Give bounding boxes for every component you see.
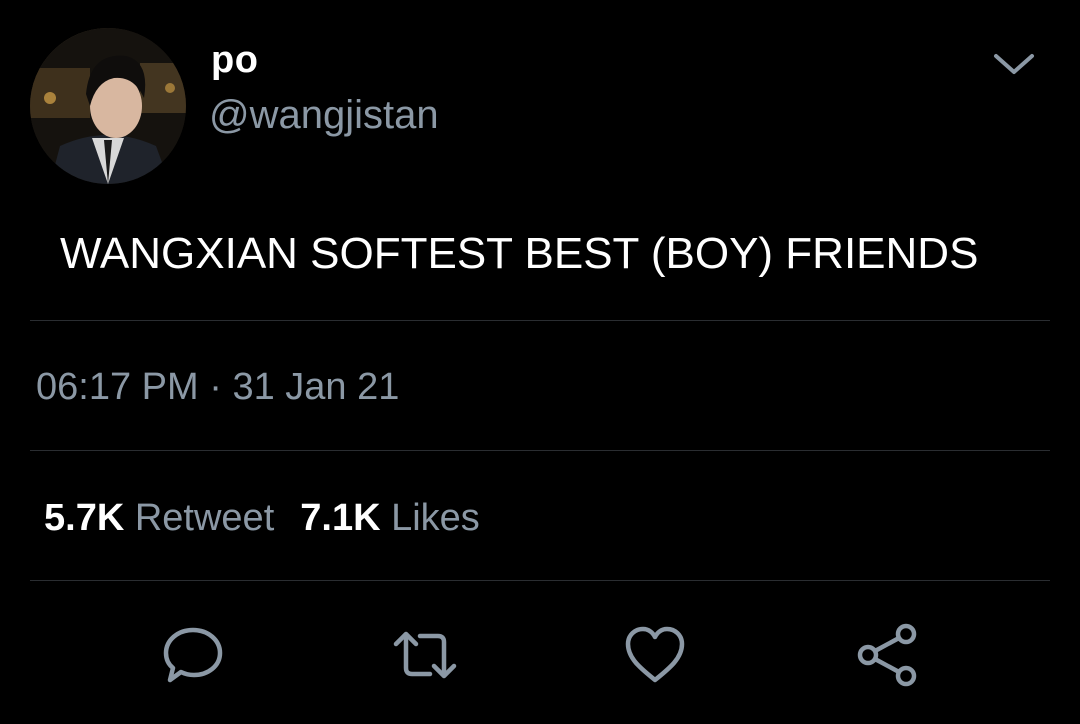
retweets-stat[interactable]: 5.7K Retweet	[44, 497, 274, 539]
like-label: Likes	[391, 497, 480, 539]
tweet-text: WANGXIAN SOFTEST BEST (BOY) FRIENDS	[60, 229, 979, 278]
share-button[interactable]	[852, 620, 922, 690]
engagement-stats: 5.7K Retweet 7.1K Likes	[44, 492, 480, 544]
tweet-time: 06:17 PM	[36, 366, 199, 408]
share-icon	[857, 623, 917, 687]
tweet-detail: po @wangjistan WANGXIAN SOFTEST BEST (BO…	[0, 0, 1080, 724]
avatar[interactable]	[30, 28, 186, 184]
chevron-down-icon[interactable]	[990, 46, 1038, 82]
divider	[30, 580, 1050, 581]
retweet-label: Retweet	[134, 497, 275, 539]
like-count: 7.1K	[300, 497, 381, 539]
like-button[interactable]	[620, 620, 690, 690]
divider	[30, 320, 1050, 321]
display-name[interactable]: po	[211, 36, 258, 84]
retweet-count: 5.7K	[44, 497, 125, 539]
user-handle[interactable]: @wangjistan	[209, 90, 439, 140]
reply-button[interactable]	[158, 620, 228, 690]
timestamp: 06:17 PM · 31 Jan 21	[36, 362, 399, 412]
retweet-icon	[393, 631, 457, 679]
comment-icon	[163, 627, 223, 683]
tweet-date: 31 Jan 21	[232, 366, 400, 408]
likes-stat[interactable]: 7.1K Likes	[300, 497, 480, 539]
avatar-photo	[30, 28, 186, 184]
timestamp-separator: ·	[209, 366, 222, 408]
divider	[30, 450, 1050, 451]
retweet-button[interactable]	[390, 620, 460, 690]
heart-icon	[625, 626, 685, 683]
